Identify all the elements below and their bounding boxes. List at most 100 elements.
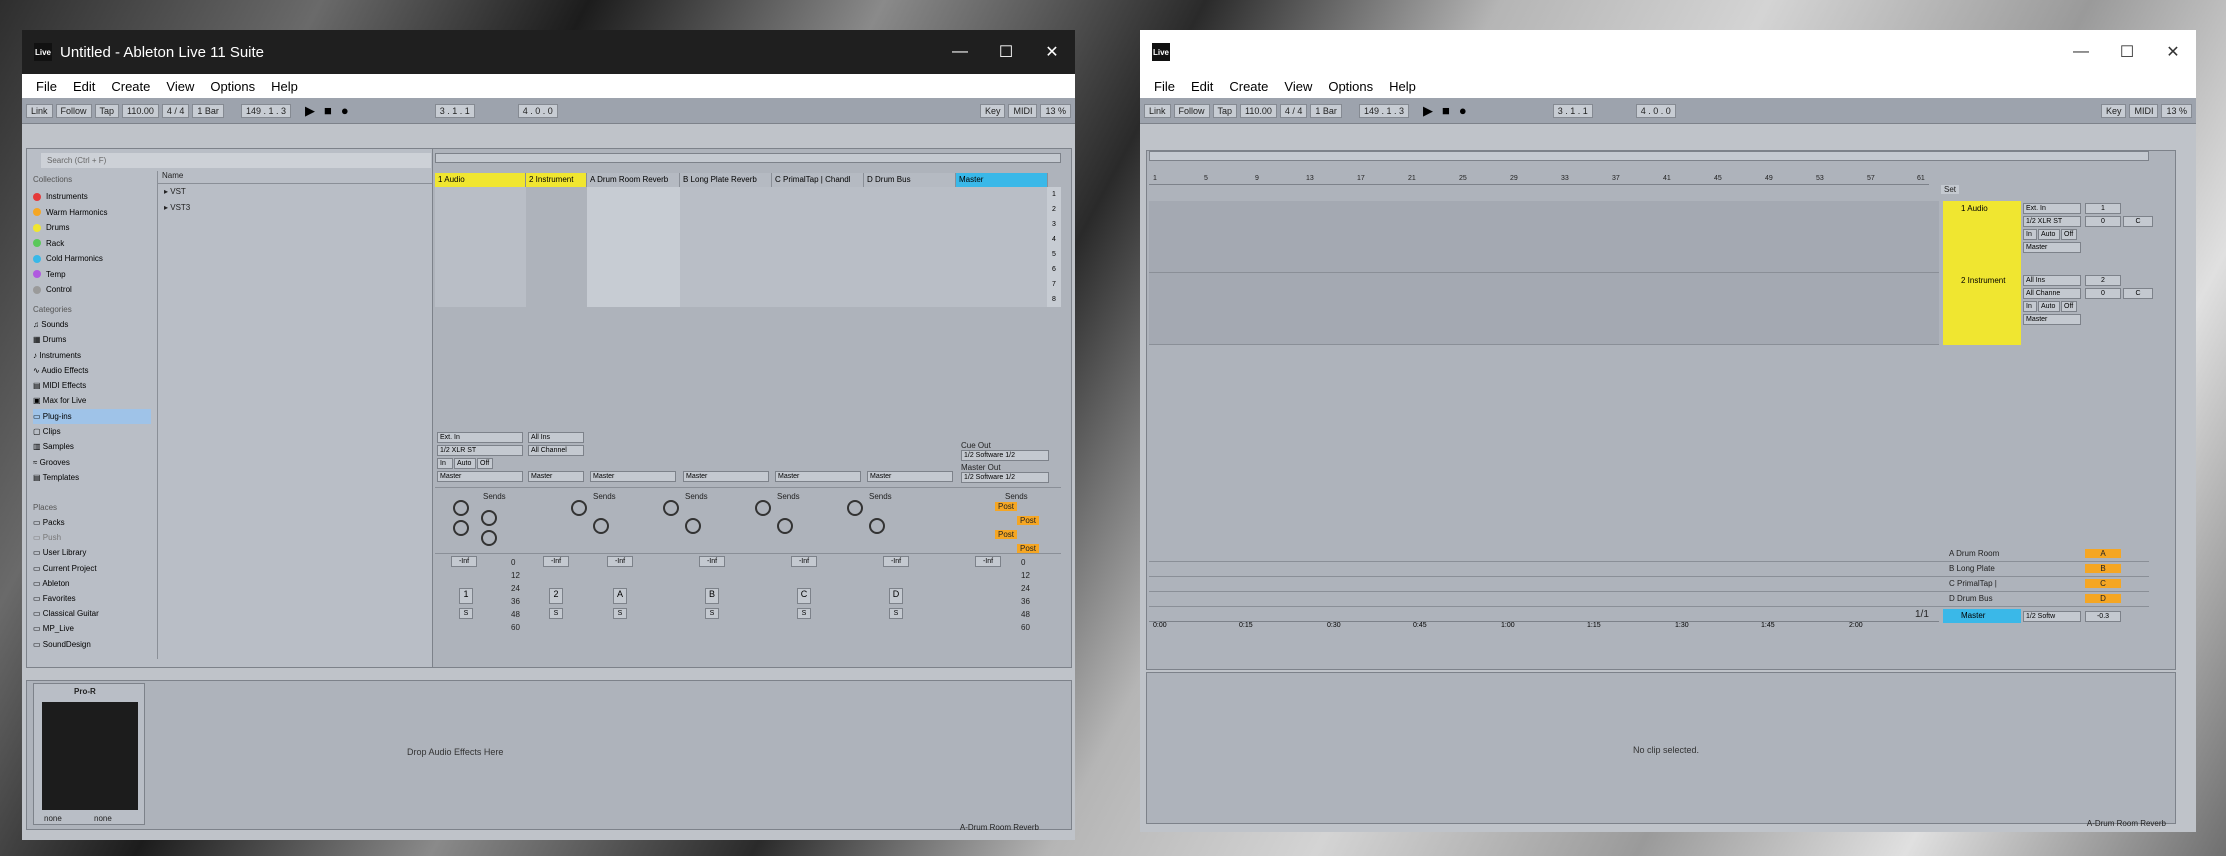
scene-launch[interactable]: 4 <box>1047 232 1061 247</box>
solo-button[interactable]: S <box>459 608 473 619</box>
send-knob[interactable] <box>571 500 587 516</box>
loop-length[interactable]: 4 . 0 . 0 <box>1635 103 1676 118</box>
play-icon[interactable]: ▶ <box>302 103 318 119</box>
monitor-in-button[interactable]: In <box>2023 301 2037 312</box>
track-header-c-primaltap[interactable]: C PrimalTap | Chandl <box>772 173 864 187</box>
menu-create[interactable]: Create <box>103 79 158 94</box>
track-activator-2[interactable]: 2 <box>549 588 563 604</box>
volume-readout[interactable]: -Inf <box>975 556 1001 567</box>
monitor-auto-button[interactable]: Auto <box>454 458 476 469</box>
browser-item-vst3[interactable]: ▸ VST3 <box>158 200 432 216</box>
post-button[interactable]: Post <box>1017 516 1040 525</box>
volume-readout[interactable]: -Inf <box>543 556 569 567</box>
arrangement-position[interactable]: 149 . 1 . 3 <box>240 103 291 118</box>
return-row[interactable]: A Drum Room A <box>1149 547 2149 562</box>
bar-ruler[interactable]: 1 5 9 13 17 21 25 29 33 37 41 45 49 53 5… <box>1149 175 1929 185</box>
category-clips[interactable]: ▢ Clips <box>33 424 151 439</box>
browser-search-input[interactable]: Search (Ctrl + F) <box>41 153 431 168</box>
maximize-button[interactable]: ☐ <box>2104 30 2150 74</box>
monitor-off-button[interactable]: Off <box>2061 229 2077 240</box>
place-item[interactable]: ▭ User Library <box>33 545 99 560</box>
place-item[interactable]: ▭ Favorites <box>33 591 99 606</box>
post-button[interactable]: Post <box>995 530 1018 539</box>
track-header-1-audio[interactable]: 1 Audio <box>435 173 526 187</box>
category-midi-effects[interactable]: ▤ MIDI Effects <box>33 378 151 393</box>
track-header-b-long-plate[interactable]: B Long Plate Reverb <box>680 173 772 187</box>
scene-launch[interactable]: 3 <box>1047 217 1061 232</box>
send-knob[interactable] <box>869 518 885 534</box>
output-master[interactable]: Master <box>867 471 953 482</box>
stop-icon[interactable]: ■ <box>321 103 335 118</box>
track-activator-d[interactable]: D <box>889 588 903 604</box>
monitor-off-button[interactable]: Off <box>477 458 493 469</box>
collection-item[interactable]: Temp <box>33 267 107 283</box>
time-signature[interactable]: 4 / 4 <box>1279 103 1308 118</box>
monitor-in-button[interactable]: In <box>437 458 453 469</box>
stop-icon[interactable]: ■ <box>1439 103 1453 118</box>
menu-edit[interactable]: Edit <box>1183 79 1221 94</box>
loop-start[interactable]: 3 . 1 . 1 <box>1552 103 1593 118</box>
midi-map-button[interactable]: MIDI <box>2129 103 2159 118</box>
time-signature[interactable]: 4 / 4 <box>161 103 190 118</box>
menu-view[interactable]: View <box>158 79 202 94</box>
track-activator[interactable]: 2 <box>2085 275 2121 286</box>
menu-file[interactable]: File <box>28 79 65 94</box>
volume-readout[interactable]: -Inf <box>699 556 725 567</box>
collection-item[interactable]: Control <box>33 282 107 298</box>
solo-button[interactable]: S <box>705 608 719 619</box>
track-header-2-instrument[interactable]: 2 Instrument <box>526 173 587 187</box>
category-max-for-live[interactable]: ▣ Max for Live <box>33 393 151 408</box>
maximize-button[interactable]: ☐ <box>983 30 1029 74</box>
menu-create[interactable]: Create <box>1221 79 1276 94</box>
record-icon[interactable]: ● <box>338 103 352 118</box>
return-row[interactable]: C PrimalTap | C <box>1149 577 2149 592</box>
name-column-header[interactable]: Name <box>158 171 432 184</box>
monitor-auto-button[interactable]: Auto <box>2038 229 2060 240</box>
menu-help[interactable]: Help <box>1381 79 1424 94</box>
menu-file[interactable]: File <box>1146 79 1183 94</box>
scene-launch[interactable]: 8 <box>1047 292 1061 307</box>
follow-button[interactable]: Follow <box>55 103 92 118</box>
category-templates[interactable]: ▤ Templates <box>33 470 151 485</box>
return-row[interactable]: D Drum Bus D <box>1149 592 2149 607</box>
tap-button[interactable]: Tap <box>94 103 120 118</box>
track-header-instrument[interactable]: 2 Instrument <box>1943 273 2021 345</box>
link-button[interactable]: Link <box>1144 103 1171 118</box>
output-master[interactable]: Master <box>775 471 861 482</box>
record-icon[interactable]: ● <box>1456 103 1470 118</box>
master-row[interactable]: Master <box>1943 609 2021 623</box>
browser-item-vst[interactable]: ▸ VST <box>158 184 432 200</box>
track-activator-b[interactable]: B <box>705 588 719 604</box>
device-name[interactable]: Pro-R <box>74 687 96 696</box>
track-activator-a[interactable]: A <box>613 588 627 604</box>
track-header-a-drum-room[interactable]: A Drum Room Reverb <box>587 173 680 187</box>
link-button[interactable]: Link <box>26 103 53 118</box>
menu-view[interactable]: View <box>1276 79 1320 94</box>
pan-field[interactable]: C <box>2123 216 2153 227</box>
place-item[interactable]: ▭ SoundDesign <box>33 637 99 652</box>
collection-item[interactable]: Warm Harmonics <box>33 205 107 221</box>
volume-readout[interactable]: -Inf <box>607 556 633 567</box>
post-button[interactable]: Post <box>1017 544 1040 553</box>
minimize-button[interactable]: — <box>2058 30 2104 74</box>
tempo-field[interactable]: 110.00 <box>122 103 159 118</box>
play-icon[interactable]: ▶ <box>1420 103 1436 119</box>
category-instruments[interactable]: ♪ Instruments <box>33 348 151 363</box>
close-button[interactable]: ✕ <box>2150 30 2196 74</box>
collection-item[interactable]: Cold Harmonics <box>33 251 107 267</box>
volume-readout[interactable]: -Inf <box>791 556 817 567</box>
scene-launch[interactable]: 6 <box>1047 262 1061 277</box>
audio-input-channel[interactable]: 1/2 XLR ST <box>437 445 523 456</box>
send-knob[interactable] <box>755 500 771 516</box>
track-activator-c[interactable]: C <box>797 588 811 604</box>
input-channel-select[interactable]: All Channe <box>2023 288 2081 299</box>
category-plugins[interactable]: ▭ Plug-ins <box>33 408 151 425</box>
solo-button[interactable]: S <box>613 608 627 619</box>
send-knob[interactable] <box>481 530 497 546</box>
solo-button[interactable]: S <box>797 608 811 619</box>
monitor-auto-button[interactable]: Auto <box>2038 301 2060 312</box>
menu-options[interactable]: Options <box>1320 79 1381 94</box>
instrument-input-type[interactable]: All Ins <box>528 432 584 443</box>
send-knob[interactable] <box>453 520 469 536</box>
audio-input-type[interactable]: Ext. In <box>437 432 523 443</box>
